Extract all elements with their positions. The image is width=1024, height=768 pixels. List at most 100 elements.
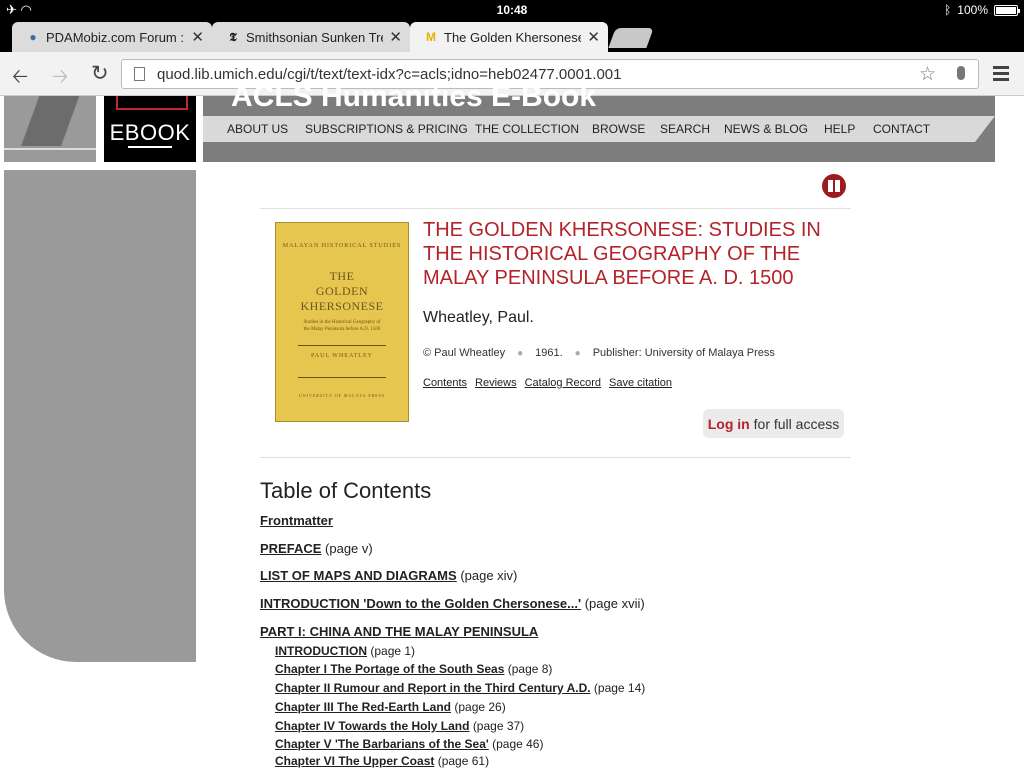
- menu-icon[interactable]: [993, 66, 1009, 84]
- toc-subentry: Chapter V 'The Barbarians of the Sea' (p…: [275, 737, 543, 751]
- cover-title: THE GOLDEN KHERSONESE: [300, 269, 384, 313]
- toc-entry: PART I: CHINA AND THE MALAY PENINSULA: [260, 624, 538, 639]
- toc-link[interactable]: LIST OF MAPS AND DIAGRAMS: [260, 568, 457, 583]
- login-label: Log in: [707, 415, 750, 432]
- nav-search[interactable]: SEARCH: [660, 122, 710, 136]
- logo-text: EBOOK: [104, 120, 196, 148]
- page-icon: [134, 67, 145, 81]
- publisher: Publisher: University of Malaya Press: [592, 347, 775, 359]
- divider: [260, 457, 851, 458]
- forum-favicon-icon: ●: [29, 30, 37, 44]
- nyt-favicon-icon: 𝕿: [229, 29, 237, 44]
- toc-link[interactable]: Chapter IV Towards the Holy Land: [275, 719, 469, 733]
- tab-title: Smithsonian Sunken Trea: [246, 29, 384, 45]
- book-icon[interactable]: [822, 174, 846, 198]
- reload-icon[interactable]: ↻: [91, 61, 109, 86]
- toc-subentry: Chapter VI The Upper Coast (page 61): [275, 754, 489, 768]
- main-nav: ABOUT US SUBSCRIPTIONS & PRICING THE COL…: [203, 116, 995, 142]
- nav-collection[interactable]: THE COLLECTION: [475, 122, 579, 136]
- cover-publisher: UNIVERSITY OF MALAYA PRESS: [298, 393, 386, 398]
- book-author: Wheatley, Paul.: [423, 309, 534, 326]
- forward-icon[interactable]: 🡢: [52, 62, 68, 96]
- tab-title: PDAMobiz.com Forum :: n: [46, 29, 186, 45]
- tab-strip: ● PDAMobiz.com Forum :: n ✕ 𝕿 Smithsonia…: [0, 20, 1024, 52]
- bookmark-star-icon[interactable]: ☆: [919, 63, 936, 86]
- login-button[interactable]: Log in for full access: [703, 409, 844, 438]
- toc-page: (page 14): [593, 681, 646, 695]
- close-tab-icon[interactable]: ✕: [389, 28, 402, 46]
- left-sidebar-panel: [4, 170, 196, 662]
- toc-page: (page 26): [454, 700, 506, 714]
- toc-page: (page 61): [437, 754, 490, 768]
- nav-about-us[interactable]: ABOUT US: [227, 122, 288, 136]
- new-tab-button[interactable]: [608, 28, 654, 48]
- toc-link[interactable]: PART I: CHINA AND THE MALAY PENINSULA: [260, 624, 538, 639]
- nav-news-blog[interactable]: NEWS & BLOG: [724, 122, 808, 136]
- save-citation-link[interactable]: Save citation: [609, 377, 672, 389]
- toc-link[interactable]: Chapter II Rumour and Report in the Thir…: [275, 681, 591, 695]
- toc-subentry: Chapter II Rumour and Report in the Thir…: [275, 681, 645, 695]
- toc-link[interactable]: INTRODUCTION 'Down to the Golden Cherson…: [260, 596, 581, 611]
- catalog-record-link[interactable]: Catalog Record: [525, 377, 601, 389]
- separator-dot: ●: [517, 347, 524, 359]
- cover-subtitle: Studies in the Historical Geography of t…: [303, 320, 381, 332]
- toc-link[interactable]: Chapter VI The Upper Coast: [275, 754, 434, 768]
- toc-subentry: INTRODUCTION (page 1): [275, 644, 415, 658]
- toc-subentry: Chapter IV Towards the Holy Land (page 3…: [275, 719, 524, 733]
- header-decoration: [4, 96, 96, 162]
- book-title: THE GOLDEN KHERSONESE: STUDIES IN THE HI…: [423, 219, 821, 289]
- tab-golden-khersonese[interactable]: M The Golden Khersonese: s ✕: [410, 22, 608, 52]
- toc-subentry: Chapter I The Portage of the South Seas …: [275, 662, 552, 676]
- bluetooth-icon: ᛒ: [944, 3, 952, 17]
- toc-page: (page 1): [370, 644, 416, 658]
- ebook-logo[interactable]: EBOOK: [104, 96, 196, 162]
- cover-author: PAUL WHEATLEY: [311, 353, 373, 359]
- site-header: EBOOK ACLS Humanities E-Book ABOUT US SU…: [0, 80, 1024, 162]
- book-cover-image: MALAYAN HISTORICAL STUDIES THE GOLDEN KH…: [275, 222, 409, 422]
- toc-page: (page 37): [472, 719, 525, 733]
- cover-rule: [298, 377, 386, 378]
- copyright: © Paul Wheatley: [423, 347, 506, 359]
- status-bar: ✈ ◠ 10:48 ᛒ 100%: [0, 0, 1024, 20]
- login-suffix: for full access: [753, 415, 840, 432]
- toc-entry: LIST OF MAPS AND DIAGRAMS (page xiv): [260, 568, 517, 583]
- tab-smithsonian[interactable]: 𝕿 Smithsonian Sunken Trea ✕: [212, 22, 410, 52]
- close-tab-icon[interactable]: ✕: [191, 28, 204, 46]
- book-links: Contents Reviews Catalog Record Save cit…: [423, 377, 672, 389]
- toc-subentry: Chapter III The Red-Earth Land (page 26): [275, 700, 506, 714]
- toc-page: (page v): [325, 541, 373, 556]
- reviews-link[interactable]: Reviews: [475, 377, 517, 389]
- toc-entry: INTRODUCTION 'Down to the Golden Cherson…: [260, 596, 645, 611]
- cover-series: MALAYAN HISTORICAL STUDIES: [282, 243, 402, 249]
- nav-browse[interactable]: BROWSE: [592, 122, 645, 136]
- toc-link[interactable]: Chapter V 'The Barbarians of the Sea': [275, 737, 489, 751]
- umich-favicon-icon: M: [426, 30, 436, 44]
- battery-percent: 100%: [957, 3, 988, 17]
- toc-link[interactable]: Frontmatter: [260, 513, 333, 528]
- toc-link[interactable]: Chapter I The Portage of the South Seas: [275, 662, 504, 676]
- toc-page: (page 46): [492, 737, 544, 751]
- cover-rule: [298, 345, 386, 346]
- toc-link[interactable]: INTRODUCTION: [275, 644, 367, 658]
- nav-help[interactable]: HELP: [824, 122, 855, 136]
- separator-dot: ●: [574, 347, 581, 359]
- book-metadata: © Paul Wheatley ● 1961. ● Publisher: Uni…: [423, 347, 775, 359]
- logo-mark: [116, 96, 188, 110]
- status-time: 10:48: [496, 3, 528, 17]
- toc-heading: Table of Contents: [260, 478, 432, 503]
- toc-link[interactable]: PREFACE: [260, 541, 321, 556]
- divider: [260, 208, 851, 209]
- back-icon[interactable]: 🡠: [12, 62, 28, 96]
- nav-subscriptions[interactable]: SUBSCRIPTIONS & PRICING: [305, 122, 468, 136]
- close-tab-icon[interactable]: ✕: [587, 28, 600, 46]
- toc-entry: Frontmatter: [260, 513, 333, 528]
- pub-year: 1961.: [535, 347, 563, 359]
- contents-link[interactable]: Contents: [423, 377, 467, 389]
- microphone-icon[interactable]: [957, 66, 965, 80]
- toc-link[interactable]: Chapter III The Red-Earth Land: [275, 700, 451, 714]
- nav-contact[interactable]: CONTACT: [873, 122, 930, 136]
- toc-entry: PREFACE (page v): [260, 541, 373, 556]
- tab-pdamobiz[interactable]: ● PDAMobiz.com Forum :: n ✕: [12, 22, 212, 52]
- header-banner: ACLS Humanities E-Book ABOUT US SUBSCRIP…: [203, 80, 995, 162]
- battery-icon: [994, 4, 1020, 16]
